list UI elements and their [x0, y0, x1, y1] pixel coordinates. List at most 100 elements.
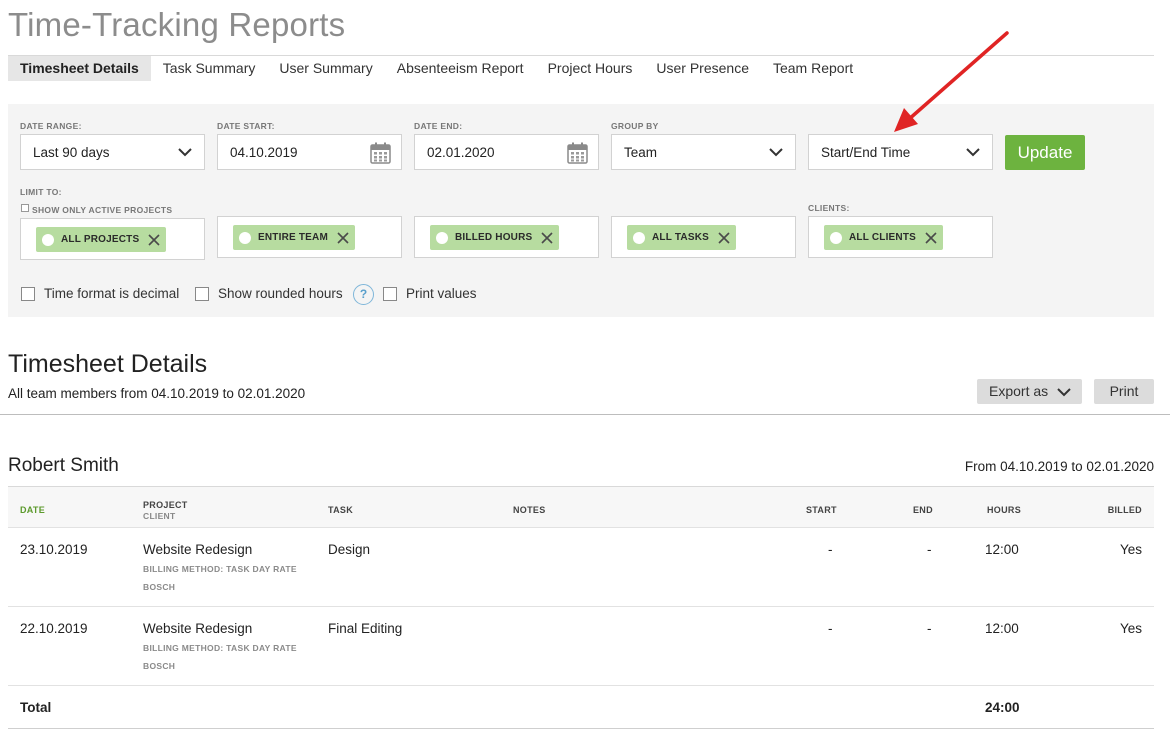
rounded-label: Show rounded hours [218, 286, 343, 301]
row-task: Final Editing [328, 621, 403, 636]
update-button[interactable]: Update [1005, 135, 1085, 170]
table-header: DATE PROJECT CLIENT TASK NOTES START END… [8, 486, 1154, 528]
date-start-label: DATE START: [217, 121, 275, 131]
tag-dot [436, 231, 448, 244]
row-client: BOSCH [143, 661, 176, 671]
tag-dot [633, 231, 645, 244]
date-range-select[interactable]: Last 90 days [20, 134, 205, 170]
decimal-checkbox[interactable] [21, 287, 35, 301]
projects-filter[interactable]: ALL PROJECTS [20, 218, 205, 260]
export-button[interactable]: Export as [977, 379, 1082, 404]
tab-user-presence[interactable]: User Presence [644, 56, 761, 81]
row-start: - [828, 621, 833, 636]
clients-filter[interactable]: ALL CLIENTS [808, 216, 993, 258]
tab-user-summary[interactable]: User Summary [267, 56, 384, 81]
col-task[interactable]: TASK [328, 505, 353, 515]
col-notes[interactable]: NOTES [513, 505, 546, 515]
col-client[interactable]: CLIENT [143, 511, 176, 521]
filter-tag: ENTIRE TEAM [233, 225, 355, 250]
row-project: Website Redesign [143, 542, 253, 557]
row-billing-method: BILLING METHOD: TASK DAY RATE [143, 564, 297, 574]
row-task: Design [328, 542, 371, 557]
row-billed: Yes [1119, 621, 1142, 636]
clients-label: CLIENTS: [808, 203, 850, 213]
row-hours: 12:00 [985, 542, 1019, 557]
group-by-select[interactable]: Team [611, 134, 796, 170]
row-start: - [828, 542, 833, 557]
filter-tag: ALL CLIENTS [824, 225, 944, 250]
date-start-value: 04.10.2019 [230, 145, 298, 160]
close-icon[interactable] [337, 231, 349, 244]
active-projects-checkbox[interactable] [21, 204, 29, 212]
filter-tag: ALL PROJECTS [36, 227, 167, 252]
date-end-label: DATE END: [414, 121, 463, 131]
tag-label: ALL CLIENTS [849, 232, 917, 243]
row-billing-method: BILLING METHOD: TASK DAY RATE [143, 643, 297, 653]
print-values-checkbox[interactable] [383, 287, 397, 301]
close-icon[interactable] [541, 231, 553, 244]
chevron-down-icon [1057, 388, 1071, 397]
section-divider [0, 414, 1170, 415]
annotation-arrow [894, 31, 1009, 132]
total-divider [8, 728, 1154, 729]
tag-label: ALL TASKS [652, 232, 709, 243]
total-hours: 24:00 [985, 700, 1020, 715]
filter-tag: ALL TASKS [627, 225, 736, 250]
date-range-value: Last 90 days [33, 145, 110, 160]
row-project: Website Redesign [143, 621, 253, 636]
col-project[interactable]: PROJECT [143, 500, 188, 510]
chevron-down-icon [178, 148, 192, 157]
total-row: Total 24:00 [8, 686, 1154, 728]
rounded-checkbox[interactable] [195, 287, 209, 301]
total-label: Total [20, 700, 52, 715]
calendar-icon[interactable] [370, 142, 391, 164]
tab-team-report[interactable]: Team Report [761, 56, 865, 81]
person-name: Robert Smith [8, 455, 119, 476]
limit-to-label: LIMIT TO: [20, 187, 62, 197]
tab-project-hours[interactable]: Project Hours [536, 56, 645, 81]
close-icon[interactable] [148, 233, 160, 246]
team-filter[interactable]: ENTIRE TEAM [217, 216, 402, 258]
col-date[interactable]: DATE [20, 505, 45, 515]
tab-task-summary[interactable]: Task Summary [151, 56, 268, 81]
decimal-label: Time format is decimal [44, 286, 180, 301]
tag-label: ALL PROJECTS [61, 234, 140, 245]
col-start[interactable]: START [806, 505, 837, 515]
export-label: Export as [989, 383, 1049, 399]
chevron-down-icon [769, 148, 783, 157]
tasks-filter[interactable]: ALL TASKS [611, 216, 796, 258]
chevron-down-icon [966, 148, 980, 157]
report-tabs: Timesheet Details Task Summary User Summ… [8, 56, 865, 81]
date-end-value: 02.01.2020 [427, 145, 495, 160]
row-date: 23.10.2019 [20, 542, 88, 557]
row-hours: 12:00 [985, 621, 1019, 636]
tag-dot [42, 233, 54, 246]
tag-label: BILLED HOURS [455, 232, 533, 243]
filter-tag: BILLED HOURS [430, 225, 560, 250]
print-button[interactable]: Print [1094, 379, 1154, 404]
col-hours[interactable]: HOURS [987, 505, 1021, 515]
person-date-range: From 04.10.2019 to 02.01.2020 [964, 459, 1154, 474]
date-range-label: DATE RANGE: [20, 121, 82, 131]
tab-timesheet-details[interactable]: Timesheet Details [8, 56, 151, 81]
group-by-value: Team [624, 145, 658, 160]
group-by-label: GROUP BY [611, 121, 659, 131]
table-row: 22.10.2019 Website Redesign BILLING METH… [8, 607, 1154, 685]
help-icon[interactable]: ? [353, 284, 374, 305]
time-mode-value: Start/End Time [821, 145, 911, 160]
hours-filter[interactable]: BILLED HOURS [414, 216, 599, 258]
table-row: 23.10.2019 Website Redesign BILLING METH… [8, 528, 1154, 606]
date-start-field[interactable]: 04.10.2019 [217, 134, 402, 170]
row-end: - [927, 542, 932, 557]
calendar-icon[interactable] [567, 142, 588, 164]
date-end-field[interactable]: 02.01.2020 [414, 134, 599, 170]
tab-absenteeism-report[interactable]: Absenteeism Report [385, 56, 536, 81]
tag-dot [239, 231, 251, 244]
report-subtitle: All team members from 04.10.2019 to 02.0… [8, 386, 306, 401]
row-end: - [927, 621, 932, 636]
tag-dot [830, 231, 842, 244]
close-icon[interactable] [718, 231, 730, 244]
col-billed[interactable]: BILLED [1108, 505, 1142, 515]
col-end[interactable]: END [913, 505, 933, 515]
close-icon[interactable] [925, 231, 937, 244]
